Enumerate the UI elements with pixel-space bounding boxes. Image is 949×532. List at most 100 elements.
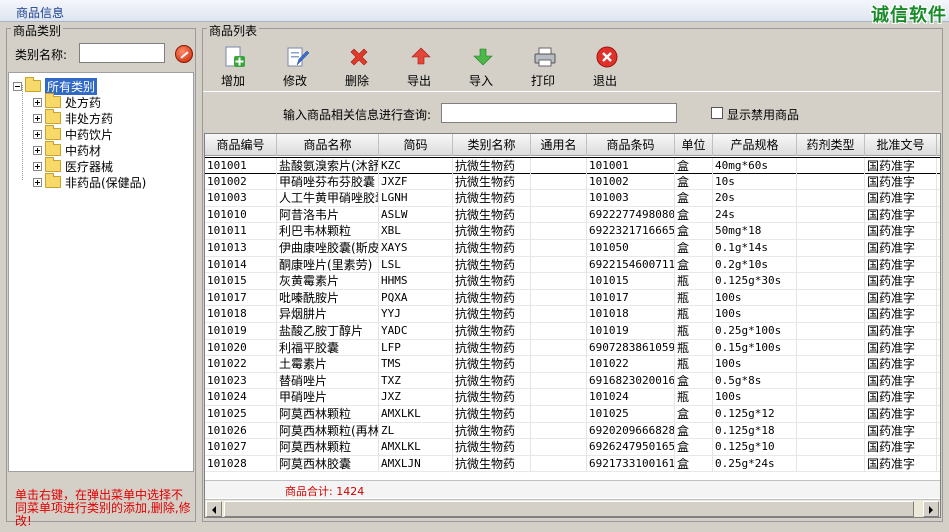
tree-node-medical-devices[interactable]: 医疗器械 — [33, 157, 113, 174]
scroll-right-icon[interactable] — [923, 501, 939, 517]
tree-node-herbal-materials[interactable]: 中药材 — [33, 141, 101, 158]
query-row: 输入商品相关信息进行查询: 显示禁用商品 — [203, 99, 942, 127]
column-header[interactable]: 药剂类型 — [797, 134, 865, 156]
edit-label: 修改 — [282, 74, 307, 88]
table-row[interactable]: 101011 利巴韦林颗粒 XBL 抗微生物药 6922321716665 盒 50mg*1… — [205, 223, 940, 240]
table-row[interactable]: 101023 替硝唑片 TXZ 抗微生物药 6916823020016 盒 0.5g*8s 国… — [205, 372, 940, 390]
table-cell — [797, 289, 865, 306]
table-cell: 0.125g*10 — [713, 439, 797, 456]
table-row[interactable]: 101013伊曲康唑胶囊(斯皮仁诺)XAYS抗微生物药 101050盒0.1g*1… — [205, 240, 940, 257]
column-header[interactable]: 简码 — [379, 134, 453, 156]
table-cell — [531, 389, 587, 406]
expand-icon[interactable] — [33, 97, 42, 107]
column-header[interactable]: 商品名称 — [277, 134, 379, 156]
query-input[interactable] — [441, 103, 677, 123]
folder-icon — [45, 109, 61, 124]
table-header: 商品编号 商品名称 简码 类别名称 通用名 商品条码 单位 产品规格 药剂类型 批准文号 — [205, 134, 940, 156]
table-cell — [797, 455, 865, 472]
table-row[interactable]: 101026 阿莫西林颗粒(再林) ZL 抗微生物药 6920209666828 盒 0.1… — [205, 422, 940, 440]
table-row[interactable]: 101003 人工牛黄甲硝唑胶囊 LGNH 抗微生物药 101003 盒 20s 国药准字 — [205, 190, 940, 207]
table-cell: 盒 — [675, 158, 713, 174]
expand-icon[interactable] — [33, 145, 42, 155]
table-row[interactable]: 101010 阿昔洛韦片 ASLW 抗微生物药 6922277498080 盒 24s 国药准… — [205, 206, 940, 224]
table-row[interactable]: 101025 阿莫西林颗粒 AMXLKL 抗微生物药 101025 盒 0.125g*12 国… — [205, 406, 940, 423]
table-cell: 101015 — [205, 273, 277, 290]
tree-node-non-drug[interactable]: 非药品(保健品) — [33, 173, 147, 190]
expand-icon[interactable] — [33, 129, 42, 139]
table-cell: 6922277498080 — [589, 206, 675, 223]
category-search-icon[interactable] — [175, 45, 193, 63]
table-cell: 6921733100161 — [589, 455, 675, 472]
table-cell: 101023 — [205, 372, 277, 389]
table-cell: 6907283861059 — [589, 339, 675, 356]
table-cell — [797, 323, 865, 339]
category-name-input[interactable] — [79, 43, 165, 63]
scroll-left-icon[interactable] — [206, 501, 222, 517]
show-disabled-checkbox[interactable] — [711, 107, 723, 119]
table-cell: 101020 — [205, 339, 277, 356]
column-header[interactable]: 类别名称 — [453, 134, 531, 156]
table-cell: 利福平胶囊 — [277, 339, 379, 356]
table-cell — [797, 223, 865, 240]
table-row[interactable]: 101024 甲硝唑片 JXZ 抗微生物药 101024 瓶 100s 国药准字 — [205, 389, 940, 406]
expand-icon[interactable] — [33, 113, 42, 123]
exit-button[interactable]: 退出 — [577, 41, 633, 89]
table-body[interactable]: 101001盐酸氨溴索片(沐舒坦)KZC抗微生物药101001盒40mg*60s… — [205, 157, 940, 475]
product-table[interactable]: 商品编号 商品名称 简码 类别名称 通用名 商品条码 单位 产品规格 药剂类型 批准文号 1010… — [204, 133, 941, 518]
table-cell: 阿莫西林颗粒 — [277, 439, 379, 456]
tree-node-root[interactable]: 所有类别 — [13, 77, 98, 95]
tree-node-label: 非药品(保健品) — [65, 175, 147, 190]
table-row[interactable]: 101017 吡嗪酰胺片 PQXA 抗微生物药 101017 瓶 100s 国药准字 — [205, 289, 940, 307]
table-cell — [531, 223, 587, 240]
expand-icon[interactable] — [33, 161, 42, 171]
tree-node-prescription[interactable]: 处方药 — [33, 93, 101, 110]
add-button[interactable]: 增加 — [205, 41, 261, 89]
tree-node-herbal-slices[interactable]: 中药饮片 — [33, 125, 113, 142]
column-header[interactable]: 商品编号 — [205, 134, 277, 156]
table-cell: 6922321716665 — [589, 223, 675, 240]
add-label: 增加 — [220, 74, 245, 88]
expand-icon[interactable] — [33, 177, 42, 187]
table-cell: 国药准字 — [865, 323, 937, 339]
table-row[interactable]: 101020 利福平胶囊 LFP 抗微生物药 6907283861059 瓶 0.15g*1… — [205, 339, 940, 357]
horizontal-scrollbar[interactable] — [205, 499, 940, 517]
print-button[interactable]: 打印 — [515, 41, 571, 89]
tree-node-otc[interactable]: 非处方药 — [33, 109, 113, 126]
column-header[interactable]: 商品条码 — [587, 134, 675, 156]
folder-icon — [45, 157, 61, 172]
category-tree[interactable]: 所有类别 处方药 非处方药 中药饮片 中药材 医疗器械 非药品(保健品) — [8, 72, 194, 472]
column-header[interactable]: 批准文号 — [865, 134, 937, 156]
table-cell — [531, 323, 587, 339]
tab-product-info[interactable]: 商品信息 — [16, 4, 64, 21]
table-row[interactable]: 101028 阿莫西林胶囊 AMXLJN 抗微生物药 6921733100161 盒 0.2… — [205, 455, 940, 473]
table-cell: 瓶 — [675, 323, 713, 339]
table-cell: 抗微生物药 — [453, 173, 531, 190]
table-cell: TMS — [379, 356, 453, 373]
delete-button[interactable]: 删除 — [329, 41, 385, 89]
table-cell: 抗微生物药 — [453, 240, 531, 256]
table-row[interactable]: 101001盐酸氨溴索片(沐舒坦)KZC抗微生物药101001盒40mg*60s… — [205, 157, 940, 174]
table-row[interactable]: 101014 酮康唑片(里素劳) LSL 抗微生物药 6922154600711 盒 0.2… — [205, 256, 940, 274]
table-row[interactable]: 101019 盐酸乙胺丁醇片 YADC 抗微生物药 101019 瓶 0.25g*100s 国… — [205, 323, 940, 340]
scroll-thumb[interactable] — [224, 501, 914, 517]
table-cell: 瓶 — [675, 289, 713, 306]
table-cell: PQXA — [379, 289, 453, 306]
import-button[interactable]: 导入 — [453, 41, 509, 89]
table-row[interactable]: 101002 甲硝唑芬布芬胶囊 JXZF 抗微生物药 101002 盒 10s 国药准字 — [205, 173, 940, 191]
collapse-icon[interactable] — [13, 81, 22, 91]
table-cell — [531, 455, 587, 472]
table-row[interactable]: 101018 异烟肼片 YYJ 抗微生物药 101018 瓶 100s 国药准字 — [205, 306, 940, 323]
column-header[interactable]: 产品规格 — [713, 134, 797, 156]
table-cell: TXZ — [379, 372, 453, 389]
edit-button[interactable]: 修改 — [267, 41, 323, 89]
table-cell: 国药准字 — [865, 273, 937, 290]
product-list-title: 商品列表 — [207, 22, 260, 39]
column-header[interactable]: 单位 — [675, 134, 713, 156]
table-row[interactable]: 101022 土霉素片 TMS 抗微生物药 101022 瓶 100s 国药准字 — [205, 356, 940, 373]
column-header[interactable]: 通用名 — [531, 134, 587, 156]
edit-document-icon — [287, 47, 309, 67]
table-row[interactable]: 101027 阿莫西林颗粒 AMXLKL 抗微生物药 6926247950165 盒 0.1… — [205, 439, 940, 456]
table-row[interactable]: 101015 灰黄霉素片 HHMS 抗微生物药 101015 瓶 0.125g*30s 国药准… — [205, 273, 940, 290]
table-cell: 101002 — [205, 173, 277, 190]
export-button[interactable]: 导出 — [391, 41, 447, 89]
